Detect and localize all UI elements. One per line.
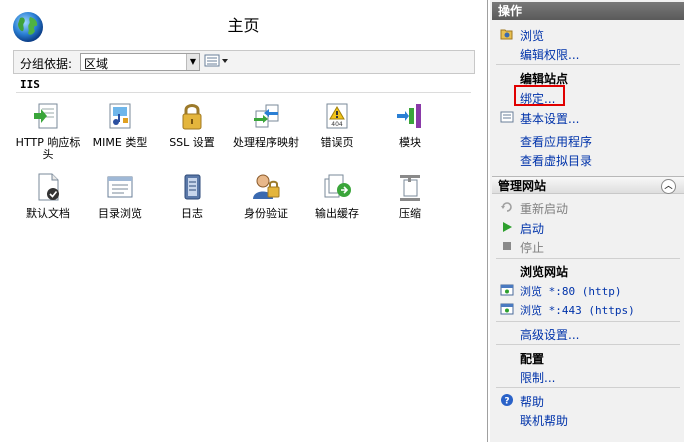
restart-icon	[501, 202, 512, 212]
configure-heading: 配置	[520, 352, 545, 366]
authentication-icon	[253, 174, 280, 199]
feature-mime-types[interactable]: MIME 类型	[83, 100, 157, 149]
modules-icon	[397, 104, 421, 128]
feature-handler-mappings[interactable]: 处理程序映射	[229, 100, 303, 149]
browse-port-80-link[interactable]: 浏览 *:80 (http)	[520, 283, 621, 299]
mime-types-icon	[109, 103, 131, 129]
chevron-down-icon: ▼	[186, 54, 199, 70]
restart-link[interactable]: 重新启动	[520, 200, 568, 217]
actions-divider	[496, 387, 680, 388]
feature-label: 输出缓存	[315, 207, 359, 220]
feature-label: 处理程序映射	[233, 136, 299, 149]
manage-site-header[interactable]: 管理网站 ︿	[492, 176, 684, 194]
error-page-404-icon: 404	[326, 103, 348, 129]
output-caching-icon	[324, 174, 351, 198]
actions-header: 操作	[492, 2, 684, 20]
browser-window-icon	[500, 284, 514, 296]
feature-error-pages[interactable]: 404 错误页	[300, 100, 374, 149]
view-virtual-directories-link[interactable]: 查看虚拟目录	[520, 152, 592, 169]
view-applications-link[interactable]: 查看应用程序	[520, 133, 592, 150]
feature-compression[interactable]: 压缩	[373, 171, 447, 220]
feature-label: 默认文档	[26, 207, 70, 220]
view-mode-icon[interactable]	[204, 54, 230, 68]
browser-window-icon	[500, 303, 514, 315]
svg-text:?: ?	[504, 397, 509, 407]
actions-divider	[496, 258, 680, 259]
group-by-select[interactable]: 区域 ▼	[80, 53, 200, 71]
feature-authentication[interactable]: 身份验证	[229, 171, 303, 220]
feature-label: 日志	[181, 207, 203, 220]
feature-label: 压缩	[399, 207, 421, 220]
features-view-pane: 主页 分组依据: 区域 ▼ IIS HTTP 响应标头 MIME 类型 SSL …	[0, 0, 488, 442]
http-response-headers-icon	[34, 103, 58, 129]
feature-directory-browsing[interactable]: 目录浏览	[83, 171, 157, 220]
actions-pane: 操作 浏览 编辑权限... 编辑站点 绑定... 基本设置... 查看应用程序 …	[488, 0, 684, 442]
bindings-highlight-box	[514, 85, 565, 106]
feature-label: MIME 类型	[92, 136, 148, 149]
basic-settings-link[interactable]: 基本设置...	[520, 110, 579, 127]
start-play-icon	[503, 222, 512, 232]
feature-output-caching[interactable]: 输出缓存	[300, 171, 374, 220]
edit-permissions-link[interactable]: 编辑权限...	[520, 46, 579, 63]
browse-port-443-link[interactable]: 浏览 *:443 (https)	[520, 302, 635, 318]
browse-site-heading: 浏览网站	[520, 265, 569, 279]
feature-label: 模块	[399, 136, 421, 149]
group-by-toolbar: 分组依据: 区域 ▼	[13, 50, 475, 74]
stop-link[interactable]: 停止	[520, 239, 544, 256]
feature-ssl-settings[interactable]: SSL 设置	[155, 100, 229, 149]
group-divider	[16, 92, 471, 93]
feature-modules[interactable]: 模块	[373, 100, 447, 149]
online-help-link[interactable]: 联机帮助	[520, 412, 568, 429]
collapse-up-icon[interactable]: ︿	[661, 179, 676, 194]
logging-icon	[184, 174, 201, 200]
handler-mappings-icon	[254, 104, 279, 128]
feature-label: 错误页	[320, 136, 354, 149]
start-link[interactable]: 启动	[520, 220, 544, 237]
group-by-label: 分组依据:	[20, 57, 73, 71]
feature-label: SSL 设置	[169, 136, 215, 149]
actions-divider	[496, 321, 680, 322]
ssl-lock-icon	[182, 104, 202, 130]
default-document-icon	[38, 173, 59, 201]
browse-link[interactable]: 浏览	[520, 27, 544, 44]
browse-folder-icon	[500, 29, 513, 40]
group-heading-iis: IIS	[20, 78, 40, 91]
group-by-value: 区域	[84, 57, 109, 71]
feature-http-response-headers[interactable]: HTTP 响应标头	[11, 100, 85, 161]
feature-logging[interactable]: 日志	[155, 171, 229, 220]
actions-divider	[496, 64, 680, 65]
feature-default-document[interactable]: 默认文档	[11, 171, 85, 220]
manage-site-title: 管理网站	[498, 179, 547, 193]
feature-label: HTTP 响应标头	[15, 136, 81, 161]
basic-settings-icon	[500, 111, 514, 123]
feature-label: 身份验证	[244, 207, 288, 220]
feature-label: 目录浏览	[98, 207, 142, 220]
svg-text:404: 404	[331, 121, 343, 128]
help-link[interactable]: 帮助	[520, 393, 544, 410]
directory-browsing-icon	[107, 176, 133, 198]
help-icon: ?	[501, 394, 513, 407]
compression-icon	[400, 175, 420, 201]
advanced-settings-link[interactable]: 高级设置...	[520, 326, 579, 343]
limits-link[interactable]: 限制...	[520, 369, 555, 386]
actions-divider	[496, 344, 680, 345]
stop-icon	[503, 242, 511, 250]
page-title: 主页	[227, 16, 260, 35]
